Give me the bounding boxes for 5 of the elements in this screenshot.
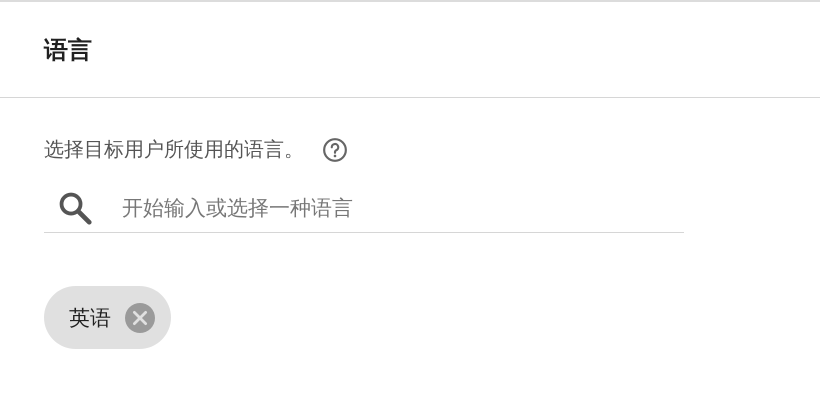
search-field[interactable]: 开始输入或选择一种语言 <box>120 194 684 220</box>
section-title: 语言 <box>44 34 92 66</box>
description-text: 选择目标用户所使用的语言。 <box>44 136 304 163</box>
help-icon[interactable] <box>322 136 348 162</box>
chip-label: 英语 <box>69 304 111 332</box>
